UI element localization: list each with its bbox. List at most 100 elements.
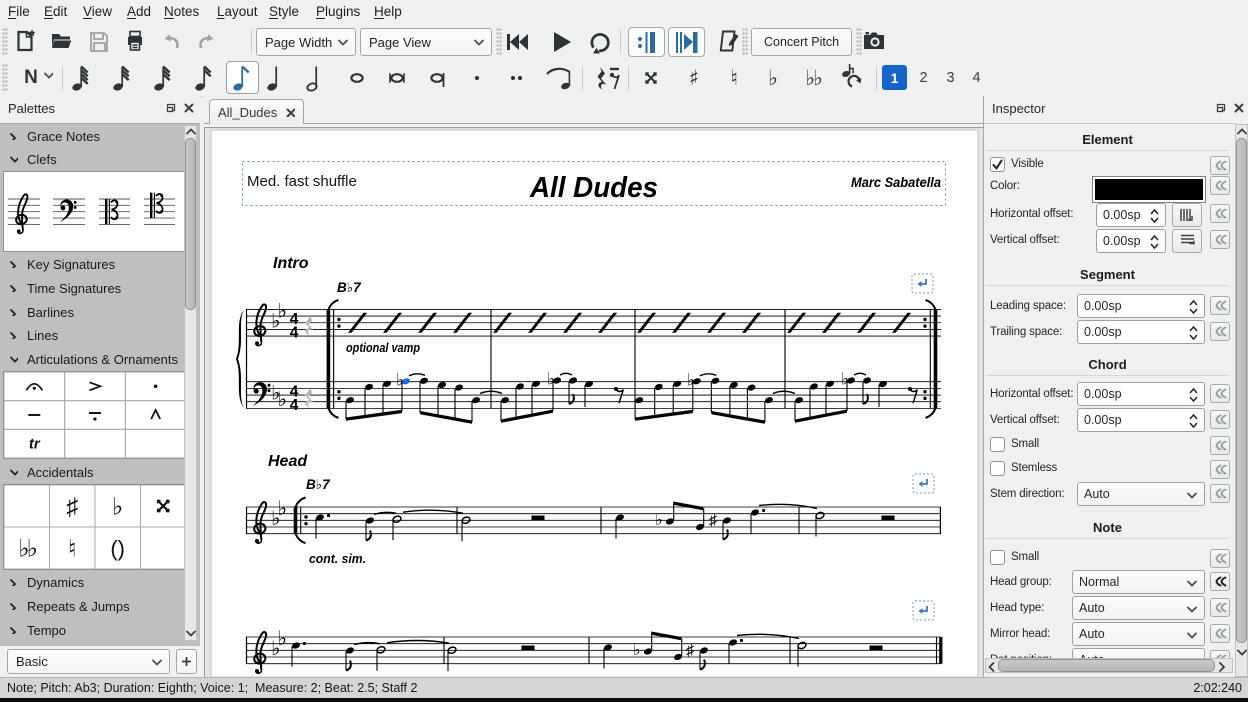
- palette-cell-accent[interactable]: [65, 372, 126, 401]
- palette-item-lines[interactable]: Lines: [0, 324, 186, 347]
- accidental-natural-button[interactable]: ♮: [721, 62, 745, 94]
- concert-pitch-button[interactable]: Concert Pitch: [751, 28, 852, 56]
- duration-whole-button[interactable]: [344, 63, 370, 93]
- reset-button-ch-hoffset[interactable]: [1210, 384, 1230, 403]
- palette-scroll-down-icon[interactable]: [186, 629, 196, 637]
- voice-1-button[interactable]: 1: [882, 65, 907, 90]
- reset-button-stemless[interactable]: [1210, 460, 1230, 479]
- duration-longa-button[interactable]: [424, 63, 450, 93]
- accidental-flat-button[interactable]: ♭: [760, 62, 784, 94]
- add-workspace-button[interactable]: [176, 649, 197, 674]
- palette-cell-marcato[interactable]: [125, 401, 186, 430]
- duration-128th-button[interactable]: [69, 63, 95, 93]
- duration-64th-button[interactable]: [110, 63, 136, 93]
- menu-plugins[interactable]: Plugins: [316, 0, 360, 24]
- palette-item-grace-notes[interactable]: Grace Notes: [0, 125, 186, 148]
- score-canvas[interactable]: [204, 127, 983, 677]
- accidental-double-flat-button[interactable]: ♭♭: [801, 62, 825, 94]
- voice-3-button[interactable]: 3: [938, 65, 963, 90]
- double-augmentation-dot-button[interactable]: [508, 73, 526, 83]
- tab-close-icon[interactable]: [286, 108, 295, 117]
- snap-button-vsnap[interactable]: [1172, 203, 1202, 227]
- menu-layout[interactable]: Layout: [217, 0, 258, 24]
- palette-item-time-signatures[interactable]: Time Signatures: [0, 277, 186, 300]
- spinbox-el-hoffset[interactable]: 0.00sp: [1096, 203, 1166, 227]
- reset-button-ch-voffset[interactable]: [1210, 410, 1230, 429]
- note-input-dropdown[interactable]: [44, 72, 53, 79]
- snap-button-hsnap[interactable]: [1172, 229, 1202, 253]
- save-button[interactable]: [87, 30, 109, 52]
- palette-scroll-up-icon[interactable]: [186, 127, 196, 135]
- redo-button[interactable]: [195, 30, 219, 54]
- edit-score-button[interactable]: [716, 29, 742, 55]
- checkbox-ch-small[interactable]: [990, 437, 1005, 452]
- menu-view[interactable]: View: [83, 0, 112, 24]
- spin-arrows-icon[interactable]: [1189, 387, 1198, 403]
- open-button[interactable]: [50, 29, 74, 53]
- reset-button-color[interactable]: [1210, 176, 1230, 195]
- palette-float-icon[interactable]: [166, 103, 177, 114]
- duration-16th-button[interactable]: [192, 63, 218, 93]
- view-mode-combo[interactable]: Page View: [360, 28, 492, 56]
- inspector-float-icon[interactable]: [1216, 103, 1227, 114]
- inspector-hscrollbar-thumb[interactable]: [998, 659, 1215, 672]
- duration-eighth-button-selected[interactable]: [226, 61, 259, 94]
- duration-half-button[interactable]: [304, 63, 330, 93]
- voice-4-button[interactable]: 4: [964, 65, 989, 90]
- reset-button-el-voffset[interactable]: [1210, 230, 1230, 249]
- loop-playback-button[interactable]: [586, 30, 610, 54]
- print-button[interactable]: [123, 29, 147, 53]
- duration-32nd-button[interactable]: [151, 63, 177, 93]
- tab-all-dudes[interactable]: All_Dudes: [209, 99, 304, 124]
- tie-button[interactable]: [545, 63, 573, 93]
- palette-cell-trill[interactable]: tr: [29, 436, 41, 453]
- note-input-button[interactable]: N: [16, 64, 46, 92]
- menu-file[interactable]: File: [8, 0, 30, 24]
- duration-quarter-button[interactable]: [264, 63, 290, 93]
- reset-button-n-small[interactable]: [1210, 549, 1230, 568]
- checkbox-stemless[interactable]: [990, 461, 1005, 476]
- accidental-sharp-button[interactable]: ♯: [681, 62, 705, 94]
- image-capture-button[interactable]: [862, 29, 889, 55]
- spin-arrows-icon[interactable]: [1189, 413, 1198, 429]
- spin-arrows-icon[interactable]: [1150, 208, 1159, 224]
- checkbox-n-small[interactable]: [990, 550, 1005, 565]
- reset-button-ch-small[interactable]: [1210, 436, 1230, 455]
- menu-edit[interactable]: Edit: [44, 0, 67, 24]
- rewind-button[interactable]: [505, 30, 531, 52]
- duration-breve-button[interactable]: [384, 63, 410, 93]
- inspector-scroll-right-icon[interactable]: [1218, 662, 1226, 671]
- palette-cell-portato[interactable]: [65, 401, 126, 430]
- augmentation-dot-button[interactable]: [472, 73, 482, 83]
- repeats-toggle-button[interactable]: [628, 27, 665, 57]
- menu-help[interactable]: Help: [374, 0, 402, 24]
- palette-cell-fermata[interactable]: [4, 372, 65, 401]
- spin-arrows-icon[interactable]: [1189, 325, 1198, 341]
- reset-button-leading[interactable]: [1210, 296, 1230, 315]
- combo-headtype[interactable]: Auto: [1072, 596, 1205, 620]
- palette-close-icon[interactable]: [184, 103, 194, 113]
- palette-item-clefs[interactable]: Clefs: [0, 148, 186, 171]
- menu-notes[interactable]: Notes: [164, 0, 199, 24]
- palette-item-accidentals[interactable]: Accidentals: [0, 461, 186, 484]
- palette-cell-treble-clef[interactable]: [4, 172, 50, 251]
- zoom-combo[interactable]: Page Width: [256, 28, 356, 56]
- menu-add[interactable]: Add: [127, 0, 151, 24]
- combo-headgroup[interactable]: Normal: [1072, 570, 1205, 594]
- spinbox-leading[interactable]: 0.00sp: [1077, 294, 1205, 318]
- inspector-scroll-up-icon[interactable]: [1237, 127, 1247, 135]
- combo-mirrorhead[interactable]: Auto: [1072, 622, 1205, 646]
- undo-button[interactable]: [159, 30, 183, 54]
- reset-button-headtype[interactable]: [1210, 598, 1230, 617]
- combo-stemdir[interactable]: Auto: [1077, 482, 1205, 506]
- reset-button-el-hoffset[interactable]: [1210, 204, 1230, 223]
- reset-button-mirrorhead[interactable]: [1210, 624, 1230, 643]
- spinbox-trailing[interactable]: 0.00sp: [1077, 320, 1205, 344]
- accidental-double-sharp-button[interactable]: [645, 72, 657, 84]
- palette-cell-tenor-clef[interactable]: [141, 172, 187, 251]
- spinbox-el-voffset[interactable]: 0.00sp: [1096, 229, 1166, 253]
- palette-cell-alto-clef[interactable]: [95, 172, 141, 251]
- inspector-vscrollbar-thumb[interactable]: [1236, 138, 1247, 643]
- reset-button-visible[interactable]: [1210, 156, 1230, 175]
- new-score-button[interactable]: [14, 29, 38, 53]
